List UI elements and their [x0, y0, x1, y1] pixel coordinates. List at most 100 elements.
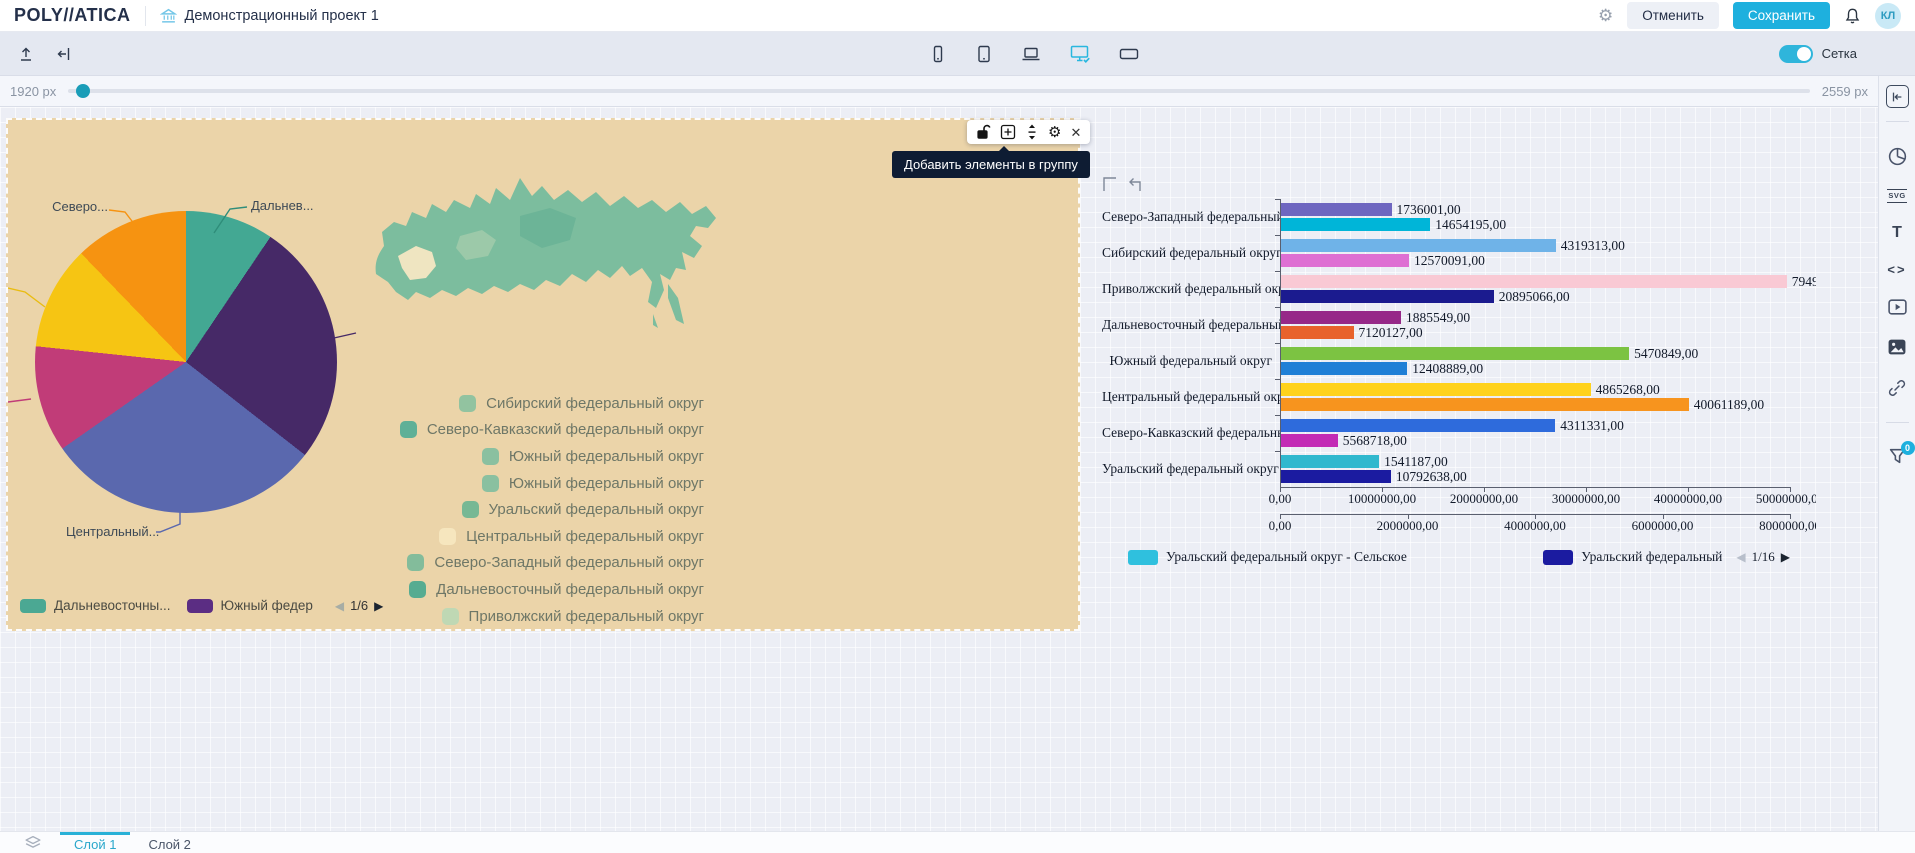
bar	[1281, 218, 1430, 231]
bell-icon[interactable]	[1844, 7, 1861, 25]
bar-value: 10792638,00	[1396, 469, 1467, 485]
axis-tick-label: 0,00	[1269, 518, 1292, 534]
pie-legend-item[interactable]: Дальневосточны...	[20, 598, 171, 613]
map-legend-item: Дальневосточный федеральный округ	[392, 576, 704, 603]
svg-icon[interactable]: SVG	[1887, 189, 1906, 203]
pie-callout-label: Центральный...	[66, 524, 159, 539]
bar-row: Приволжский федеральный округ7949198,002…	[1102, 271, 1816, 307]
bar-category-label: Центральный федеральный округ	[1102, 379, 1280, 415]
link-icon[interactable]	[1887, 378, 1907, 398]
group-widget[interactable]: Дальнев... Северо... Центральный... Сиби…	[6, 118, 1080, 631]
cancel-button[interactable]: Отменить	[1627, 2, 1719, 29]
barchart-axis-outer: 0,0010000000,0020000000,0030000000,00400…	[1280, 487, 1790, 507]
bar-category-label: Приволжский федеральный округ	[1102, 271, 1280, 307]
bar	[1281, 311, 1401, 324]
right-rail: SVG T <> 0	[1878, 76, 1915, 831]
width-slider-knob[interactable]	[76, 84, 90, 98]
device-phone-icon[interactable]	[928, 45, 948, 63]
video-icon[interactable]	[1887, 298, 1908, 316]
bar	[1281, 362, 1407, 375]
gear-icon[interactable]: ⚙	[1598, 7, 1613, 24]
code-icon[interactable]: <>	[1887, 263, 1906, 276]
bar-value: 7949198,00	[1792, 274, 1816, 290]
legend-label: Уральский федеральный округ - Сельское	[1166, 549, 1407, 565]
save-button[interactable]: Сохранить	[1733, 2, 1830, 29]
bar-category-label: Уральский федеральный округ	[1102, 451, 1280, 487]
pie-chart-icon[interactable]	[1887, 146, 1908, 167]
pie-legend-prev-button[interactable]: ◀	[335, 599, 344, 613]
russia-map	[370, 153, 722, 381]
tab-layer-2[interactable]: Слой 2	[134, 832, 204, 853]
move-back-icon[interactable]	[1125, 175, 1143, 193]
axis-line	[1280, 514, 1790, 515]
pie-chart	[35, 211, 337, 513]
bar-row: Дальневосточный федеральный ок...1885549…	[1102, 307, 1816, 343]
axis-tick-label: 0,00	[1269, 491, 1292, 507]
axis-tick-label: 20000000,00	[1450, 491, 1518, 507]
barchart-legend-next-button[interactable]: ▶	[1781, 550, 1790, 565]
pie-legend-next-button[interactable]: ▶	[374, 599, 383, 613]
rail-divider	[1886, 422, 1909, 423]
barchart-legend-item[interactable]: Уральский федеральный	[1543, 549, 1722, 565]
bar	[1281, 383, 1591, 396]
map-legend-label: Северо-Кавказский федеральный округ	[427, 421, 704, 438]
pie-legend-items: Дальневосточны... Южный федер	[20, 598, 313, 613]
map-legend-item: Центральный федеральный округ	[392, 523, 704, 550]
avatar[interactable]: КЛ	[1875, 3, 1901, 29]
legend-swatch	[1543, 550, 1573, 565]
tab-layer-1[interactable]: Слой 1	[60, 832, 130, 853]
bar	[1281, 239, 1556, 252]
barchart-legend-item[interactable]: Уральский федеральный округ - Сельское	[1128, 549, 1407, 565]
text-icon[interactable]: T	[1892, 225, 1902, 241]
select-corner-icon[interactable]	[1101, 175, 1118, 193]
bar-row: Южный федеральный округ5470849,001240888…	[1102, 343, 1816, 379]
toggle-knob	[1797, 47, 1811, 61]
export-up-icon[interactable]	[18, 46, 34, 62]
device-laptop-icon[interactable]	[1020, 45, 1042, 63]
axis-tick-label: 8000000,00	[1759, 518, 1816, 534]
legend-swatch	[187, 599, 213, 613]
grid-toggle[interactable]	[1779, 45, 1813, 63]
bank-icon	[160, 8, 177, 24]
device-desktop-icon[interactable]	[1068, 44, 1092, 64]
collapse-left-icon[interactable]	[56, 46, 72, 62]
map-legend-item: Приволжский федеральный округ	[392, 603, 704, 630]
legend-label: Дальневосточны...	[54, 598, 171, 613]
legend-swatch	[409, 581, 426, 598]
bar	[1281, 419, 1555, 432]
header-divider	[145, 6, 146, 26]
barchart-legend-slot-1: Уральский федеральный округ - Сельское	[1128, 549, 1407, 565]
design-canvas[interactable]: Дальнев... Северо... Центральный... Сиби…	[0, 106, 1878, 831]
barchart-widget[interactable]: Северо-Западный федеральный ок...1736001…	[1102, 199, 1816, 611]
filter-icon[interactable]: 0	[1888, 447, 1907, 465]
image-icon[interactable]	[1887, 338, 1907, 356]
axis-tick-label: 40000000,00	[1654, 491, 1722, 507]
axis-tick-label: 10000000,00	[1348, 491, 1416, 507]
device-widescreen-icon[interactable]	[1118, 45, 1140, 63]
pie-legend-item[interactable]: Южный федер	[187, 598, 313, 613]
width-slider-track[interactable]	[68, 89, 1809, 93]
settings-icon[interactable]: ⚙	[1048, 125, 1061, 140]
barchart-legend-page: 1/16	[1752, 549, 1775, 565]
unlock-icon[interactable]	[976, 124, 991, 140]
map-legend-label: Сибирский федеральный округ	[486, 395, 704, 412]
legend-swatch	[407, 554, 424, 571]
legend-label: Южный федер	[221, 598, 313, 613]
map-legend: Сибирский федеральный округ Северо-Кавказ…	[392, 390, 704, 629]
legend-swatch	[1128, 550, 1158, 565]
add-icon[interactable]	[1000, 124, 1016, 140]
bar-row: Уральский федеральный округ1541187,00107…	[1102, 451, 1816, 487]
bar-plot: 5470849,0012408889,00	[1280, 343, 1789, 379]
map-legend-label: Южный федеральный округ	[509, 448, 704, 465]
bar-value: 4319313,00	[1561, 238, 1625, 254]
device-tablet-icon[interactable]	[974, 45, 994, 63]
bar-row: Сибирский федеральный округ4319313,00125…	[1102, 235, 1816, 271]
axis-tick-label: 6000000,00	[1632, 518, 1694, 534]
collapse-panel-button[interactable]	[1886, 85, 1909, 108]
move-vertical-icon[interactable]	[1025, 124, 1039, 140]
close-icon[interactable]: ✕	[1070, 126, 1081, 139]
bar-value: 4865268,00	[1596, 382, 1660, 398]
bar-row: Северо-Западный федеральный ок...1736001…	[1102, 199, 1816, 235]
canvas-toolbar: Сетка	[0, 32, 1915, 76]
barchart-legend-prev-button[interactable]: ◀	[1736, 550, 1745, 565]
